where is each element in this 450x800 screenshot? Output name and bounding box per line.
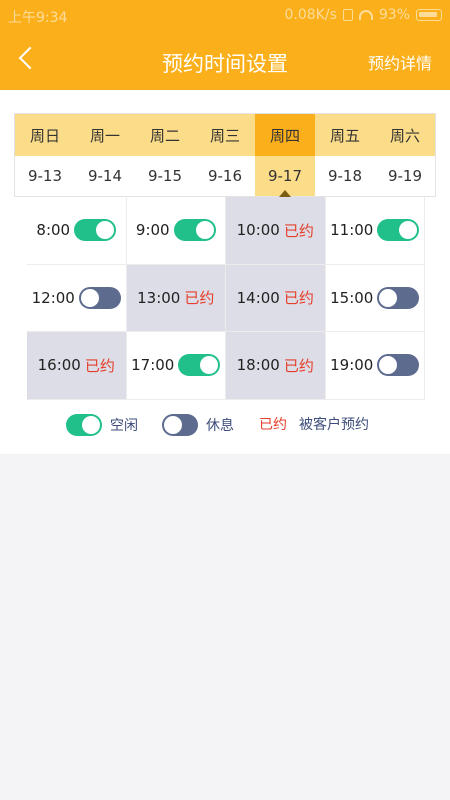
day-selector: 周日 周一 周二 周三 周四 周五 周六 9-13 9-14 9-15 9-16 9-17 9-18 9… xyxy=(14,113,436,197)
slot-time: 15:00 xyxy=(330,288,374,307)
slot-time: 18:00 xyxy=(236,356,280,375)
toggle-knob xyxy=(195,221,214,240)
legend-rest-label: 休息 xyxy=(206,418,234,434)
status-time: 上午9:34 xyxy=(8,10,68,26)
toggle-knob xyxy=(379,288,398,307)
network-speed: 0.08K/s xyxy=(284,7,337,23)
toggle-knob xyxy=(96,221,115,240)
date-label: 9-19 xyxy=(387,167,423,185)
slot-booked-label: 已约 xyxy=(184,289,215,308)
date-label: 9-14 xyxy=(87,167,123,185)
time-slot[interactable]: 10:00 已约 xyxy=(226,197,326,265)
date-label: 9-17 xyxy=(267,167,303,185)
status-bar: 上午9:34 0.08K/s 93% xyxy=(0,0,450,32)
slot-booked-label: 已约 xyxy=(283,221,314,240)
booking-details-button[interactable]: 预约详情 xyxy=(368,50,432,74)
time-slot[interactable]: 17:00 xyxy=(126,332,226,400)
day-tab-date[interactable]: 9-16 xyxy=(195,156,255,196)
slot-time: 8:00 xyxy=(36,221,71,240)
slot-booked-label: 已约 xyxy=(283,356,314,375)
date-label: 9-15 xyxy=(147,167,183,185)
time-slot[interactable]: 13:00 已约 xyxy=(126,264,226,333)
date-label: 9-13 xyxy=(27,167,63,185)
status-indicators: 0.08K/s 93% xyxy=(284,7,442,23)
time-slot[interactable]: 19:00 xyxy=(325,332,425,400)
slot-time: 19:00 xyxy=(330,356,374,375)
day-tab-date[interactable]: 9-19 xyxy=(375,156,435,196)
toggle-on-icon xyxy=(66,414,102,436)
selected-caret-icon xyxy=(279,190,291,197)
slot-time: 17:00 xyxy=(131,356,175,375)
time-slot[interactable]: 9:00 xyxy=(126,197,226,265)
availability-toggle-on[interactable] xyxy=(178,354,221,377)
time-slot[interactable]: 15:00 xyxy=(325,264,425,333)
weekday-row: 周日 周一 周二 周三 周四 周五 周六 xyxy=(15,114,435,156)
day-tab-weekday[interactable]: 周四 xyxy=(255,114,315,156)
legend-booked: 已约 被客户预约 xyxy=(259,414,369,434)
day-tab-weekday[interactable]: 周日 xyxy=(15,114,75,156)
availability-toggle-off[interactable] xyxy=(377,286,420,309)
toggle-knob xyxy=(80,288,99,307)
slot-time: 12:00 xyxy=(31,288,75,307)
legend-free-label: 空闲 xyxy=(110,418,138,434)
time-slot[interactable]: 16:00 已约 xyxy=(27,332,127,400)
day-tab-date[interactable]: 9-17 xyxy=(255,156,315,197)
day-tab-weekday[interactable]: 周五 xyxy=(315,114,375,156)
time-slot[interactable]: 11:00 xyxy=(325,197,425,265)
availability-toggle-on[interactable] xyxy=(74,219,117,242)
battery-percent: 93% xyxy=(378,7,410,23)
sim-icon xyxy=(342,9,353,21)
time-slot[interactable]: 18:00 已约 xyxy=(226,332,326,400)
toggle-knob xyxy=(200,356,219,375)
legend: 空闲 休息 已约 被客户预约 xyxy=(0,414,450,442)
day-tab-date[interactable]: 9-18 xyxy=(315,156,375,196)
day-tab-weekday[interactable]: 周二 xyxy=(135,114,195,156)
time-slot[interactable]: 8:00 xyxy=(27,197,127,265)
availability-toggle-off[interactable] xyxy=(78,286,121,309)
slot-booked-label: 已约 xyxy=(84,356,115,375)
slot-time: 14:00 xyxy=(236,288,280,307)
slot-time: 9:00 xyxy=(135,221,170,240)
slot-time: 10:00 xyxy=(236,221,280,240)
toggle-off-icon xyxy=(162,414,198,436)
day-tab-date[interactable]: 9-14 xyxy=(75,156,135,196)
time-slot-grid: 8:00 9:00 10:00 已约 11:00 12:00 13:00 已约 14:00 已约 1… xyxy=(27,197,425,400)
time-slot[interactable]: 12:00 xyxy=(27,264,127,333)
slot-time: 16:00 xyxy=(37,356,81,375)
wifi-icon xyxy=(358,10,373,20)
slot-booked-label: 已约 xyxy=(283,289,314,308)
legend-booked-word: 已约 xyxy=(259,417,287,433)
day-tab-date[interactable]: 9-15 xyxy=(135,156,195,196)
slot-time: 11:00 xyxy=(330,221,374,240)
availability-toggle-on[interactable] xyxy=(173,219,216,242)
availability-toggle-on[interactable] xyxy=(377,219,420,242)
legend-free: 空闲 xyxy=(66,414,138,436)
date-label: 9-16 xyxy=(207,167,243,185)
slot-time: 13:00 xyxy=(137,288,181,307)
toggle-knob xyxy=(379,356,398,375)
time-slot[interactable]: 14:00 已约 xyxy=(226,264,326,333)
day-tab-weekday[interactable]: 周六 xyxy=(375,114,435,156)
legend-booked-desc: 被客户预约 xyxy=(299,417,369,433)
day-tab-weekday[interactable]: 周三 xyxy=(195,114,255,156)
legend-rest: 休息 xyxy=(162,414,234,436)
date-label: 9-18 xyxy=(327,167,363,185)
toggle-knob xyxy=(399,221,418,240)
day-tab-date[interactable]: 9-13 xyxy=(15,156,75,196)
date-row: 9-13 9-14 9-15 9-16 9-17 9-18 9-19 xyxy=(15,156,435,197)
availability-toggle-off[interactable] xyxy=(377,354,420,377)
day-tab-weekday[interactable]: 周一 xyxy=(75,114,135,156)
battery-icon xyxy=(416,9,442,21)
app-header: 上午9:34 0.08K/s 93% 预约时间设置 预约详情 xyxy=(0,0,450,90)
